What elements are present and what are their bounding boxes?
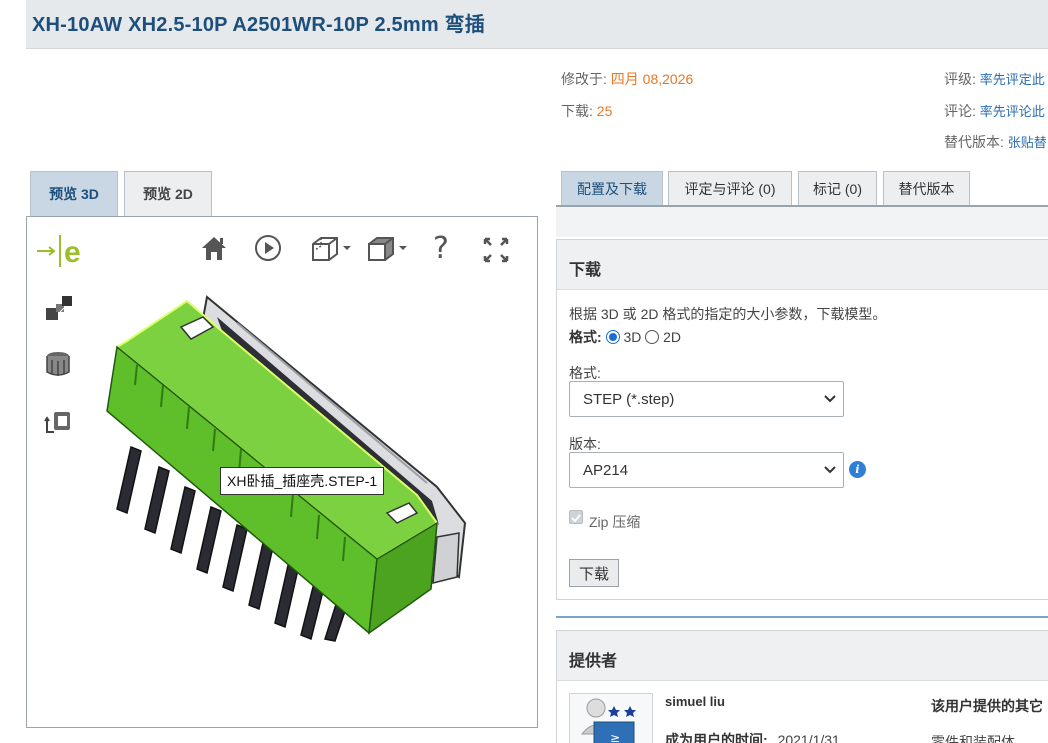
radio-2d-label: 2D bbox=[663, 329, 682, 345]
page: XH-10AW XH2.5-10P A2501WR-10P 2.5mm 弯插 修… bbox=[0, 0, 1048, 743]
rating-link[interactable]: 率先评定此 bbox=[980, 72, 1045, 87]
version-select[interactable]: AP214 bbox=[569, 452, 844, 488]
tab-alternatives[interactable]: 替代版本 bbox=[883, 171, 970, 205]
modified-label: 修改于: bbox=[561, 71, 607, 87]
download-button[interactable]: 下载 bbox=[569, 559, 619, 587]
section-view-icon[interactable] bbox=[309, 233, 355, 263]
download-description: 根据 3D 或 2D 格式的指定的大小参数，下载模型。 bbox=[569, 306, 887, 322]
rating-label: 评级: bbox=[944, 71, 976, 87]
title-bar: XH-10AW XH2.5-10P A2501WR-10P 2.5mm 弯插 bbox=[26, 0, 1048, 49]
3d-viewer[interactable]: e ? XH卧插_插座壳.STEP-1 bbox=[26, 216, 538, 728]
tab-content-strip bbox=[556, 207, 1048, 237]
format-radio-label: 格式: bbox=[569, 329, 602, 345]
zip-checkbox bbox=[569, 510, 583, 524]
tab-preview-2d[interactable]: 预览 2D bbox=[124, 171, 212, 216]
section-divider bbox=[556, 616, 1048, 618]
edrawings-logo: e bbox=[35, 233, 93, 269]
comment-info: 评论: 率先评论此 bbox=[944, 101, 1045, 121]
tab-config-download[interactable]: 配置及下载 bbox=[561, 171, 663, 205]
downloads-label: 下载: bbox=[561, 103, 593, 119]
comment-label: 评论: bbox=[944, 103, 976, 119]
download-panel: 下载 bbox=[556, 239, 1048, 600]
page-title: XH-10AW XH2.5-10P A2501WR-10P 2.5mm 弯插 bbox=[32, 14, 485, 36]
tab-preview-3d[interactable]: 预览 3D bbox=[30, 171, 118, 216]
format-label: 格式: bbox=[569, 365, 601, 381]
format-select-value: STEP (*.step) bbox=[583, 391, 675, 408]
modified-value: 四月 08,2026 bbox=[610, 71, 694, 87]
comment-link[interactable]: 率先评论此 bbox=[980, 104, 1045, 119]
chevron-down-icon bbox=[824, 395, 836, 403]
radio-3d-label: 3D bbox=[623, 329, 642, 345]
avatar[interactable]: ≥ bbox=[569, 693, 653, 743]
chevron-down-icon bbox=[824, 466, 836, 474]
radio-2d[interactable] bbox=[645, 330, 660, 344]
home-icon[interactable] bbox=[199, 233, 229, 263]
component-tree-icon[interactable] bbox=[41, 347, 75, 381]
other-models-title: 该用户提供的其它 bbox=[931, 698, 1043, 714]
version-select-value: AP214 bbox=[583, 462, 629, 479]
tab-tags[interactable]: 标记 (0) bbox=[798, 171, 877, 205]
version-label: 版本: bbox=[569, 436, 601, 452]
svg-text:≥: ≥ bbox=[610, 731, 620, 743]
alt-version-link[interactable]: 张贴替 bbox=[1008, 135, 1047, 150]
downloads-value: 25 bbox=[596, 103, 613, 119]
help-icon[interactable]: ? bbox=[427, 231, 455, 266]
part-tooltip: XH卧插_插座壳.STEP-1 bbox=[220, 467, 385, 495]
display-style-icon[interactable] bbox=[365, 233, 411, 263]
alt-version-info: 替代版本: 张贴替 bbox=[944, 132, 1047, 152]
radio-3d[interactable] bbox=[605, 330, 620, 344]
measure-icon[interactable] bbox=[41, 403, 75, 437]
play-icon[interactable] bbox=[253, 233, 283, 263]
member-since-value: 2021/1/31 bbox=[777, 732, 840, 743]
logo-letter: e bbox=[64, 236, 81, 269]
member-since: 成为用户的时间: 2021/1/31 bbox=[665, 730, 840, 743]
download-heading: 下载 bbox=[557, 240, 1048, 290]
fullscreen-icon[interactable] bbox=[481, 235, 511, 265]
tab-rating-comments[interactable]: 评定与评论 (0) bbox=[668, 171, 792, 205]
provider-name[interactable]: simuel liu bbox=[665, 694, 725, 709]
other-models-sub[interactable]: 零件和装配体 bbox=[931, 732, 1015, 743]
rating-info: 评级: 率先评定此 bbox=[944, 69, 1045, 89]
format-select[interactable]: STEP (*.step) bbox=[569, 381, 844, 417]
info-icon[interactable]: i bbox=[849, 461, 866, 478]
zip-label: Zip 压缩 bbox=[589, 514, 641, 530]
alt-version-label: 替代版本: bbox=[944, 134, 1004, 150]
provider-heading: 提供者 bbox=[557, 631, 1048, 681]
modified-info: 修改于: 四月 08,2026 bbox=[561, 69, 693, 89]
downloads-info: 下载: 25 bbox=[561, 101, 612, 121]
member-since-label: 成为用户的时间: bbox=[665, 732, 768, 743]
format-radio-group: 格式: 3D 2D bbox=[569, 327, 681, 347]
explode-icon[interactable] bbox=[41, 291, 75, 325]
